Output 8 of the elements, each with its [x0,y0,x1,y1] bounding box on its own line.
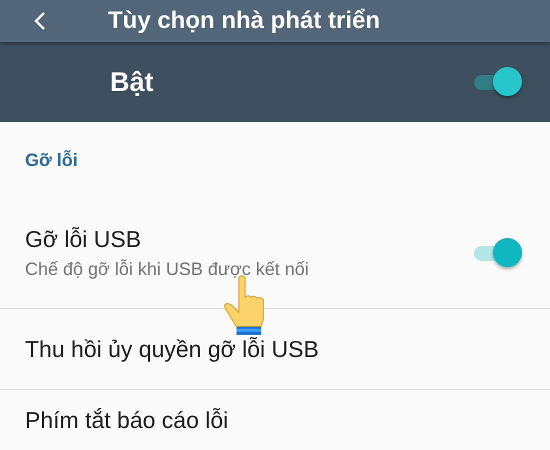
switch-label: Bật [110,66,154,98]
setting-title[interactable]: Phím tắt báo cáo lỗi [25,406,228,434]
setting-summary: Chế độ gỡ lỗi khi USB được kết nối [25,259,309,280]
setting-title[interactable]: Gỡ lỗi USB [25,226,309,253]
screen-title: Tùy chọn nhà phát triển [108,7,380,35]
setting-title[interactable]: Thu hồi ủy quyền gỡ lỗi USB [25,336,319,362]
back-icon[interactable] [34,11,46,31]
section-header: Gỡ lỗi [25,150,78,170]
